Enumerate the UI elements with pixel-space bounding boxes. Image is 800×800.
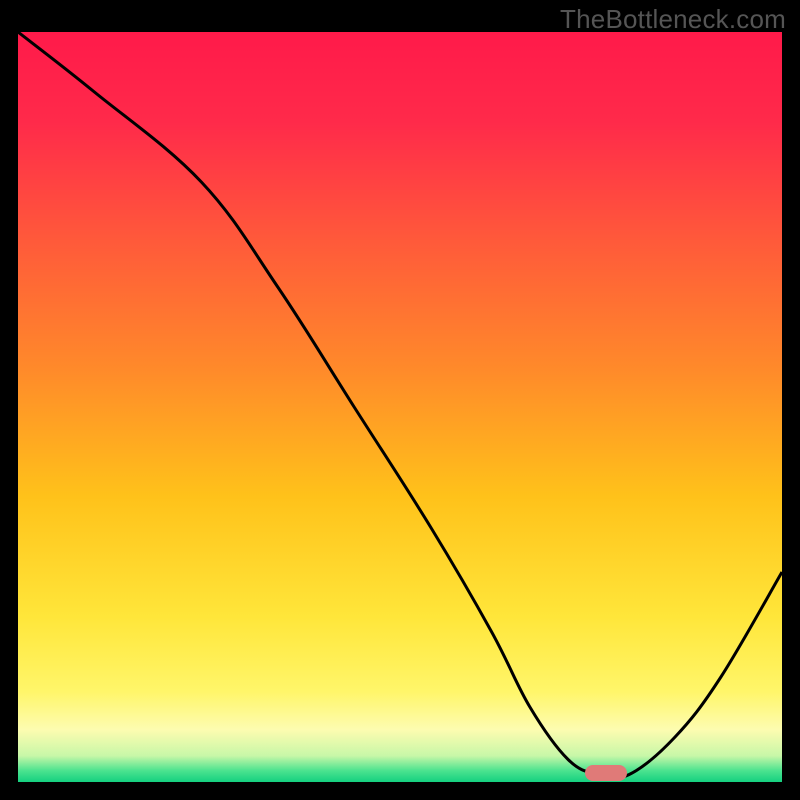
watermark-text: TheBottleneck.com bbox=[560, 4, 786, 35]
plot-area bbox=[18, 32, 782, 782]
chart-svg bbox=[18, 32, 782, 782]
optimal-range-marker bbox=[585, 765, 627, 781]
plot-frame bbox=[18, 32, 782, 782]
chart-container: TheBottleneck.com bbox=[0, 0, 800, 800]
chart-background bbox=[18, 32, 782, 782]
